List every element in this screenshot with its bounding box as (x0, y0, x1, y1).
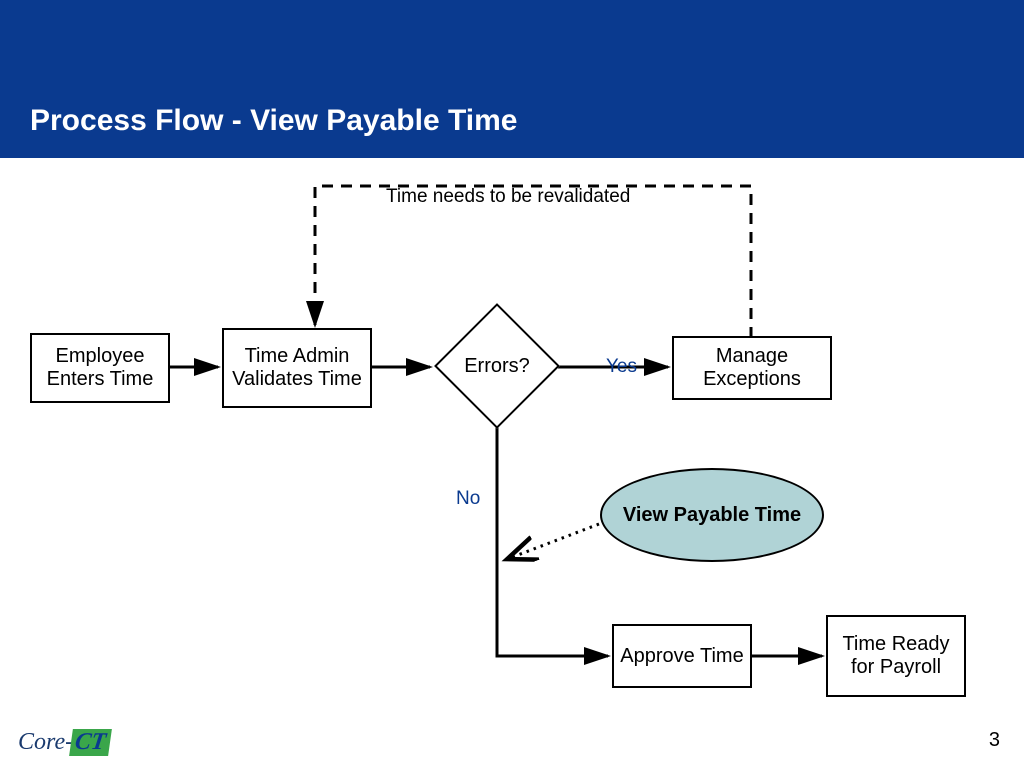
flowchart-canvas: Employee Enters Time Time Admin Validate… (0, 158, 1024, 768)
node-approve-time: Approve Time (612, 624, 752, 688)
logo-text-ct: CT (69, 729, 111, 756)
logo-text-core: Core- (18, 729, 73, 755)
page-number: 3 (989, 729, 1000, 752)
node-time-admin-validates: Time Admin Validates Time (222, 328, 372, 408)
label-no: No (456, 488, 480, 510)
slide-header: Process Flow - View Payable Time (0, 0, 1024, 158)
node-employee-enters-time: Employee Enters Time (30, 333, 170, 403)
slide-title: Process Flow - View Payable Time (30, 104, 517, 138)
node-errors-decision: Errors? (437, 306, 557, 426)
label-yes: Yes (606, 356, 637, 378)
node-view-payable-time: View Payable Time (600, 468, 824, 562)
decision-label: Errors? (437, 306, 557, 426)
node-manage-exceptions: Manage Exceptions (672, 336, 832, 400)
label-revalidate: Time needs to be revalidated (386, 186, 630, 208)
core-ct-logo: Core-CT (18, 729, 110, 756)
node-time-ready-payroll: Time Ready for Payroll (826, 615, 966, 697)
